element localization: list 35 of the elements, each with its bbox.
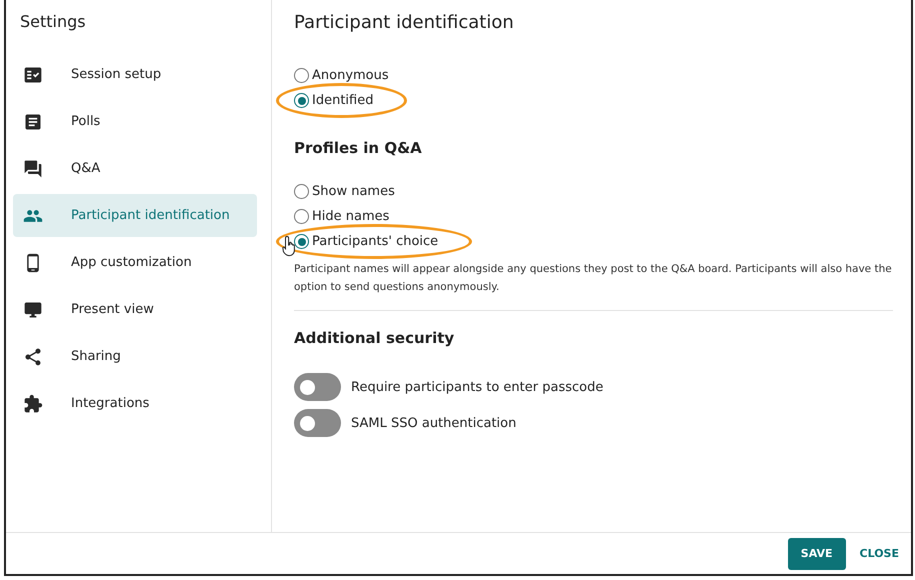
radio-button[interactable]: [294, 93, 309, 108]
share-icon: [23, 346, 43, 366]
radio-label: Participants' choice: [312, 234, 438, 249]
radio-label: Anonymous: [312, 68, 389, 83]
radio-label: Show names: [312, 184, 395, 199]
sidebar-item[interactable]: Polls: [13, 100, 257, 143]
sidebar-item[interactable]: Integrations: [13, 382, 257, 425]
chat-icon: [23, 158, 43, 178]
page-title: Participant identification: [294, 12, 515, 33]
sidebar-title: Settings: [20, 12, 87, 31]
sidebar-item[interactable]: Q&A: [13, 147, 257, 190]
hand-cursor-icon: [282, 235, 298, 257]
save-button[interactable]: SAVE: [788, 538, 846, 570]
section-title: Profiles in Q&A: [294, 139, 423, 157]
radio-label: Identified: [312, 93, 374, 108]
sidebar-item[interactable]: App customization: [13, 241, 257, 284]
toggle-label: SAML SSO authentication: [351, 416, 516, 430]
sidebar-item[interactable]: Participant identification: [13, 194, 257, 237]
radio-button[interactable]: [294, 184, 309, 199]
sidebar-item[interactable]: Present view: [13, 288, 257, 331]
sidebar-item[interactable]: Session setup: [13, 53, 257, 96]
radio-button[interactable]: [294, 68, 309, 83]
document-icon: [23, 112, 43, 132]
checklist-icon: [23, 64, 43, 84]
section-title: Additional security: [294, 329, 456, 347]
close-button[interactable]: CLOSE: [860, 547, 899, 560]
toggle-label: Require participants to enter passcode: [351, 380, 604, 394]
radio-label: Hide names: [312, 209, 390, 224]
radio-button[interactable]: [294, 209, 309, 224]
sidebar-item[interactable]: Sharing: [13, 335, 257, 378]
description-text: Participant names will appear alongside any questions they post to the Q&A board. Participants will also have the option to send questions anonymously.: [294, 260, 893, 311]
monitor-icon: [23, 300, 43, 320]
toggle-switch[interactable]: [294, 373, 341, 401]
toggle-switch[interactable]: [294, 409, 341, 437]
puzzle-icon: [23, 394, 43, 414]
